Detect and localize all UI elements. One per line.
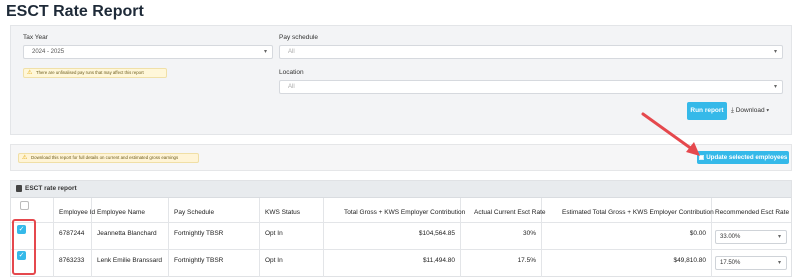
annotation-arrow-icon [641, 112, 700, 156]
